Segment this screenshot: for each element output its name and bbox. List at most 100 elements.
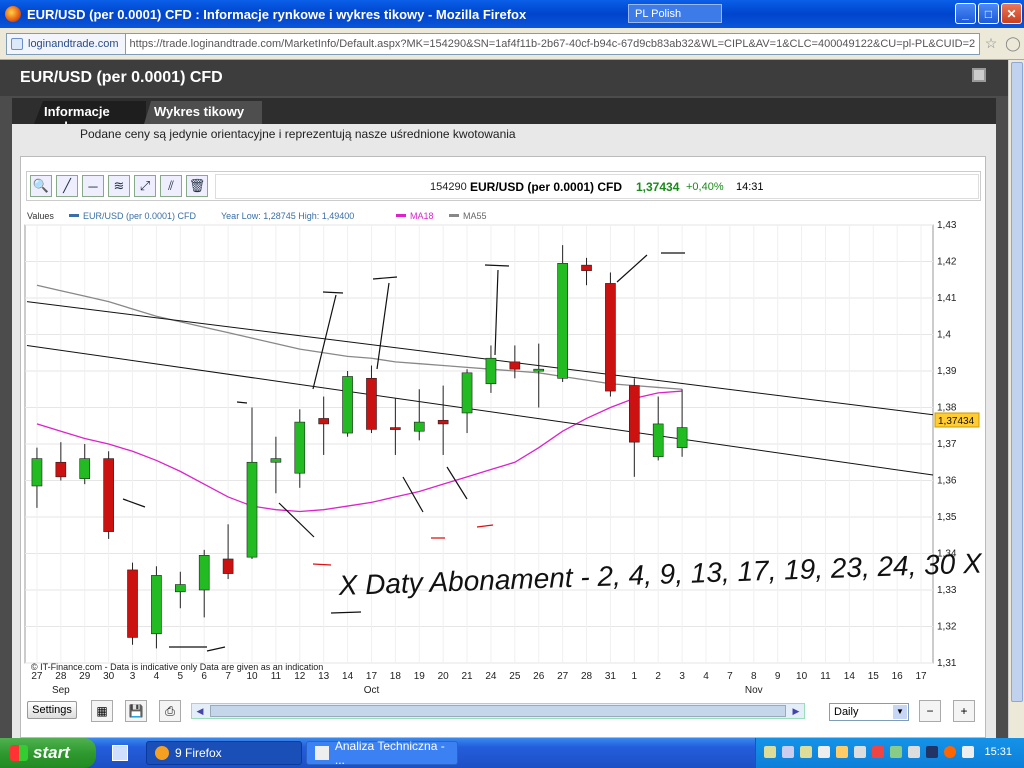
close-button[interactable]: ✕ xyxy=(1001,3,1022,24)
candle-body xyxy=(676,427,688,448)
start-label: start xyxy=(33,743,70,762)
taskbar-firefox-group[interactable]: 9 Firefox xyxy=(146,741,302,765)
y-tick-label: 1,4 xyxy=(937,330,951,341)
legend-values: Values xyxy=(27,211,54,221)
x-tick-label: 2 xyxy=(655,671,661,682)
chevron-down-icon[interactable]: ▼ xyxy=(893,705,907,719)
save-icon[interactable]: 💾 xyxy=(125,700,147,722)
candle-body xyxy=(174,584,186,593)
period-select[interactable]: Daily ▼ xyxy=(829,703,909,721)
x-tick-label: 14 xyxy=(342,671,354,682)
tray-icon[interactable] xyxy=(908,746,920,758)
x-tick-label: 7 xyxy=(727,671,733,682)
trash-icon[interactable]: 🗑 xyxy=(186,175,208,197)
x-tick-label: 29 xyxy=(79,671,91,682)
tray-icon[interactable] xyxy=(854,746,866,758)
x-tick-label: 4 xyxy=(703,671,709,682)
period-value: Daily xyxy=(834,706,859,718)
candle-body xyxy=(628,385,640,443)
tray-icon[interactable] xyxy=(764,746,776,758)
horizontal-line-tool-icon[interactable]: ─ xyxy=(82,175,104,197)
chart-toolbar: 🔍 ╱ ─ ≋ ⤢ ⫽ 🗑 154290 EUR/USD (per 0.0001… xyxy=(26,171,981,201)
y-tick-label: 1,33 xyxy=(937,585,957,596)
clock: 15:31 xyxy=(984,746,1012,758)
zoom-in-icon[interactable]: + xyxy=(953,700,975,722)
title-bar: EUR/USD (per 0.0001) CFD : Informacje ry… xyxy=(0,0,1024,28)
quote-strip: 154290 EUR/USD (per 0.0001) CFD 1,37434 … xyxy=(215,174,979,199)
minimize-button[interactable]: _ xyxy=(955,3,976,24)
tray-icon[interactable] xyxy=(890,746,902,758)
legend-ma55-swatch xyxy=(449,214,459,217)
candle-body xyxy=(103,458,114,532)
candle-body xyxy=(366,378,377,430)
trendline-tool-icon[interactable]: ╱ xyxy=(56,175,78,197)
page-scrollbar[interactable] xyxy=(1008,60,1024,738)
x-tick-label: 3 xyxy=(679,671,685,682)
candle-body xyxy=(605,283,616,392)
start-button[interactable]: start xyxy=(0,738,96,768)
x-tick-label: 12 xyxy=(294,671,306,682)
tray-icon[interactable] xyxy=(872,746,884,758)
print-icon[interactable] xyxy=(972,68,986,82)
channel-tool-icon[interactable]: ⤢ xyxy=(134,175,156,197)
zoom-tool-icon[interactable]: 🔍 xyxy=(30,175,52,197)
site-domain: loginandtrade.com xyxy=(28,37,119,50)
tray-icon[interactable] xyxy=(818,746,830,758)
chart-horizontal-scrollbar[interactable]: ◀ ▶ xyxy=(191,703,805,719)
y-tick-label: 1,37 xyxy=(937,439,957,450)
tray-icon[interactable] xyxy=(962,746,974,758)
x-tick-label: 20 xyxy=(438,671,450,682)
scroll-left-icon[interactable]: ◀ xyxy=(192,704,208,718)
firefox-task-icon xyxy=(155,746,169,760)
quote-price: 1,37434 xyxy=(636,180,680,194)
tab-tick-chart[interactable]: Wykres tikowy xyxy=(144,101,262,124)
settings-button[interactable]: Settings xyxy=(27,701,77,719)
candlestick-chart[interactable]: 1,311,321,331,341,351,361,371,381,391,41… xyxy=(21,207,985,707)
legend-series: EUR/USD (per 0.0001) CFD xyxy=(83,211,197,221)
url-field[interactable]: https://trade.loginandtrade.com/MarketIn… xyxy=(125,32,980,55)
candle-body xyxy=(31,458,43,487)
site-identity-button[interactable]: loginandtrade.com xyxy=(6,32,126,55)
x-tick-label: 24 xyxy=(485,671,497,682)
tray-icon[interactable] xyxy=(944,746,956,758)
x-tick-label: 30 xyxy=(103,671,115,682)
month-label: Nov xyxy=(745,685,763,696)
quote-change: +0,40% xyxy=(686,181,724,193)
x-tick-label: 1 xyxy=(632,671,638,682)
bookmark-star-icon[interactable]: ☆ xyxy=(980,35,1002,52)
tray-icon[interactable] xyxy=(926,746,938,758)
parallel-tool-icon[interactable]: ⫽ xyxy=(160,175,182,197)
go-icon[interactable]: ◯ xyxy=(1002,35,1024,52)
x-tick-label: 14 xyxy=(844,671,856,682)
page-scroll-thumb[interactable] xyxy=(1011,62,1023,702)
candle-body xyxy=(151,575,162,635)
tab-market-info[interactable]: Informacje rynkowe xyxy=(34,101,146,124)
windows-flag-icon xyxy=(10,745,28,761)
tray-icon[interactable] xyxy=(836,746,848,758)
x-tick-label: 27 xyxy=(557,671,569,682)
x-tick-label: 4 xyxy=(154,671,160,682)
x-tick-label: 31 xyxy=(605,671,617,682)
page-viewport: EUR/USD (per 0.0001) CFD Informacje rynk… xyxy=(0,60,1024,738)
y-tick-label: 1,36 xyxy=(937,476,957,487)
x-tick-label: 28 xyxy=(55,671,67,682)
firefox-icon xyxy=(5,6,21,22)
zoom-out-icon[interactable]: − xyxy=(919,700,941,722)
y-tick-label: 1,43 xyxy=(937,220,957,231)
language-indicator[interactable]: PL Polish xyxy=(628,4,722,23)
legend-series-swatch xyxy=(69,214,79,217)
tab-content: Podane ceny są jedynie orientacyjne i re… xyxy=(12,124,996,738)
tray-icon[interactable] xyxy=(782,746,794,758)
candle-body xyxy=(318,418,330,425)
printer-icon[interactable]: ⎙ xyxy=(159,700,181,722)
fibonacci-tool-icon[interactable]: ≋ xyxy=(108,175,130,197)
month-label: Sep xyxy=(52,685,70,696)
scroll-right-icon[interactable]: ▶ xyxy=(788,704,804,718)
candle-body xyxy=(198,555,210,591)
export-icon[interactable]: ▦ xyxy=(91,700,113,722)
maximize-button[interactable]: □ xyxy=(978,3,999,24)
taskbar-analiza[interactable]: Analiza Techniczna - ... xyxy=(306,739,458,767)
scroll-thumb[interactable] xyxy=(210,705,786,717)
tray-icon[interactable] xyxy=(800,746,812,758)
quick-launch-icon[interactable] xyxy=(112,745,128,761)
